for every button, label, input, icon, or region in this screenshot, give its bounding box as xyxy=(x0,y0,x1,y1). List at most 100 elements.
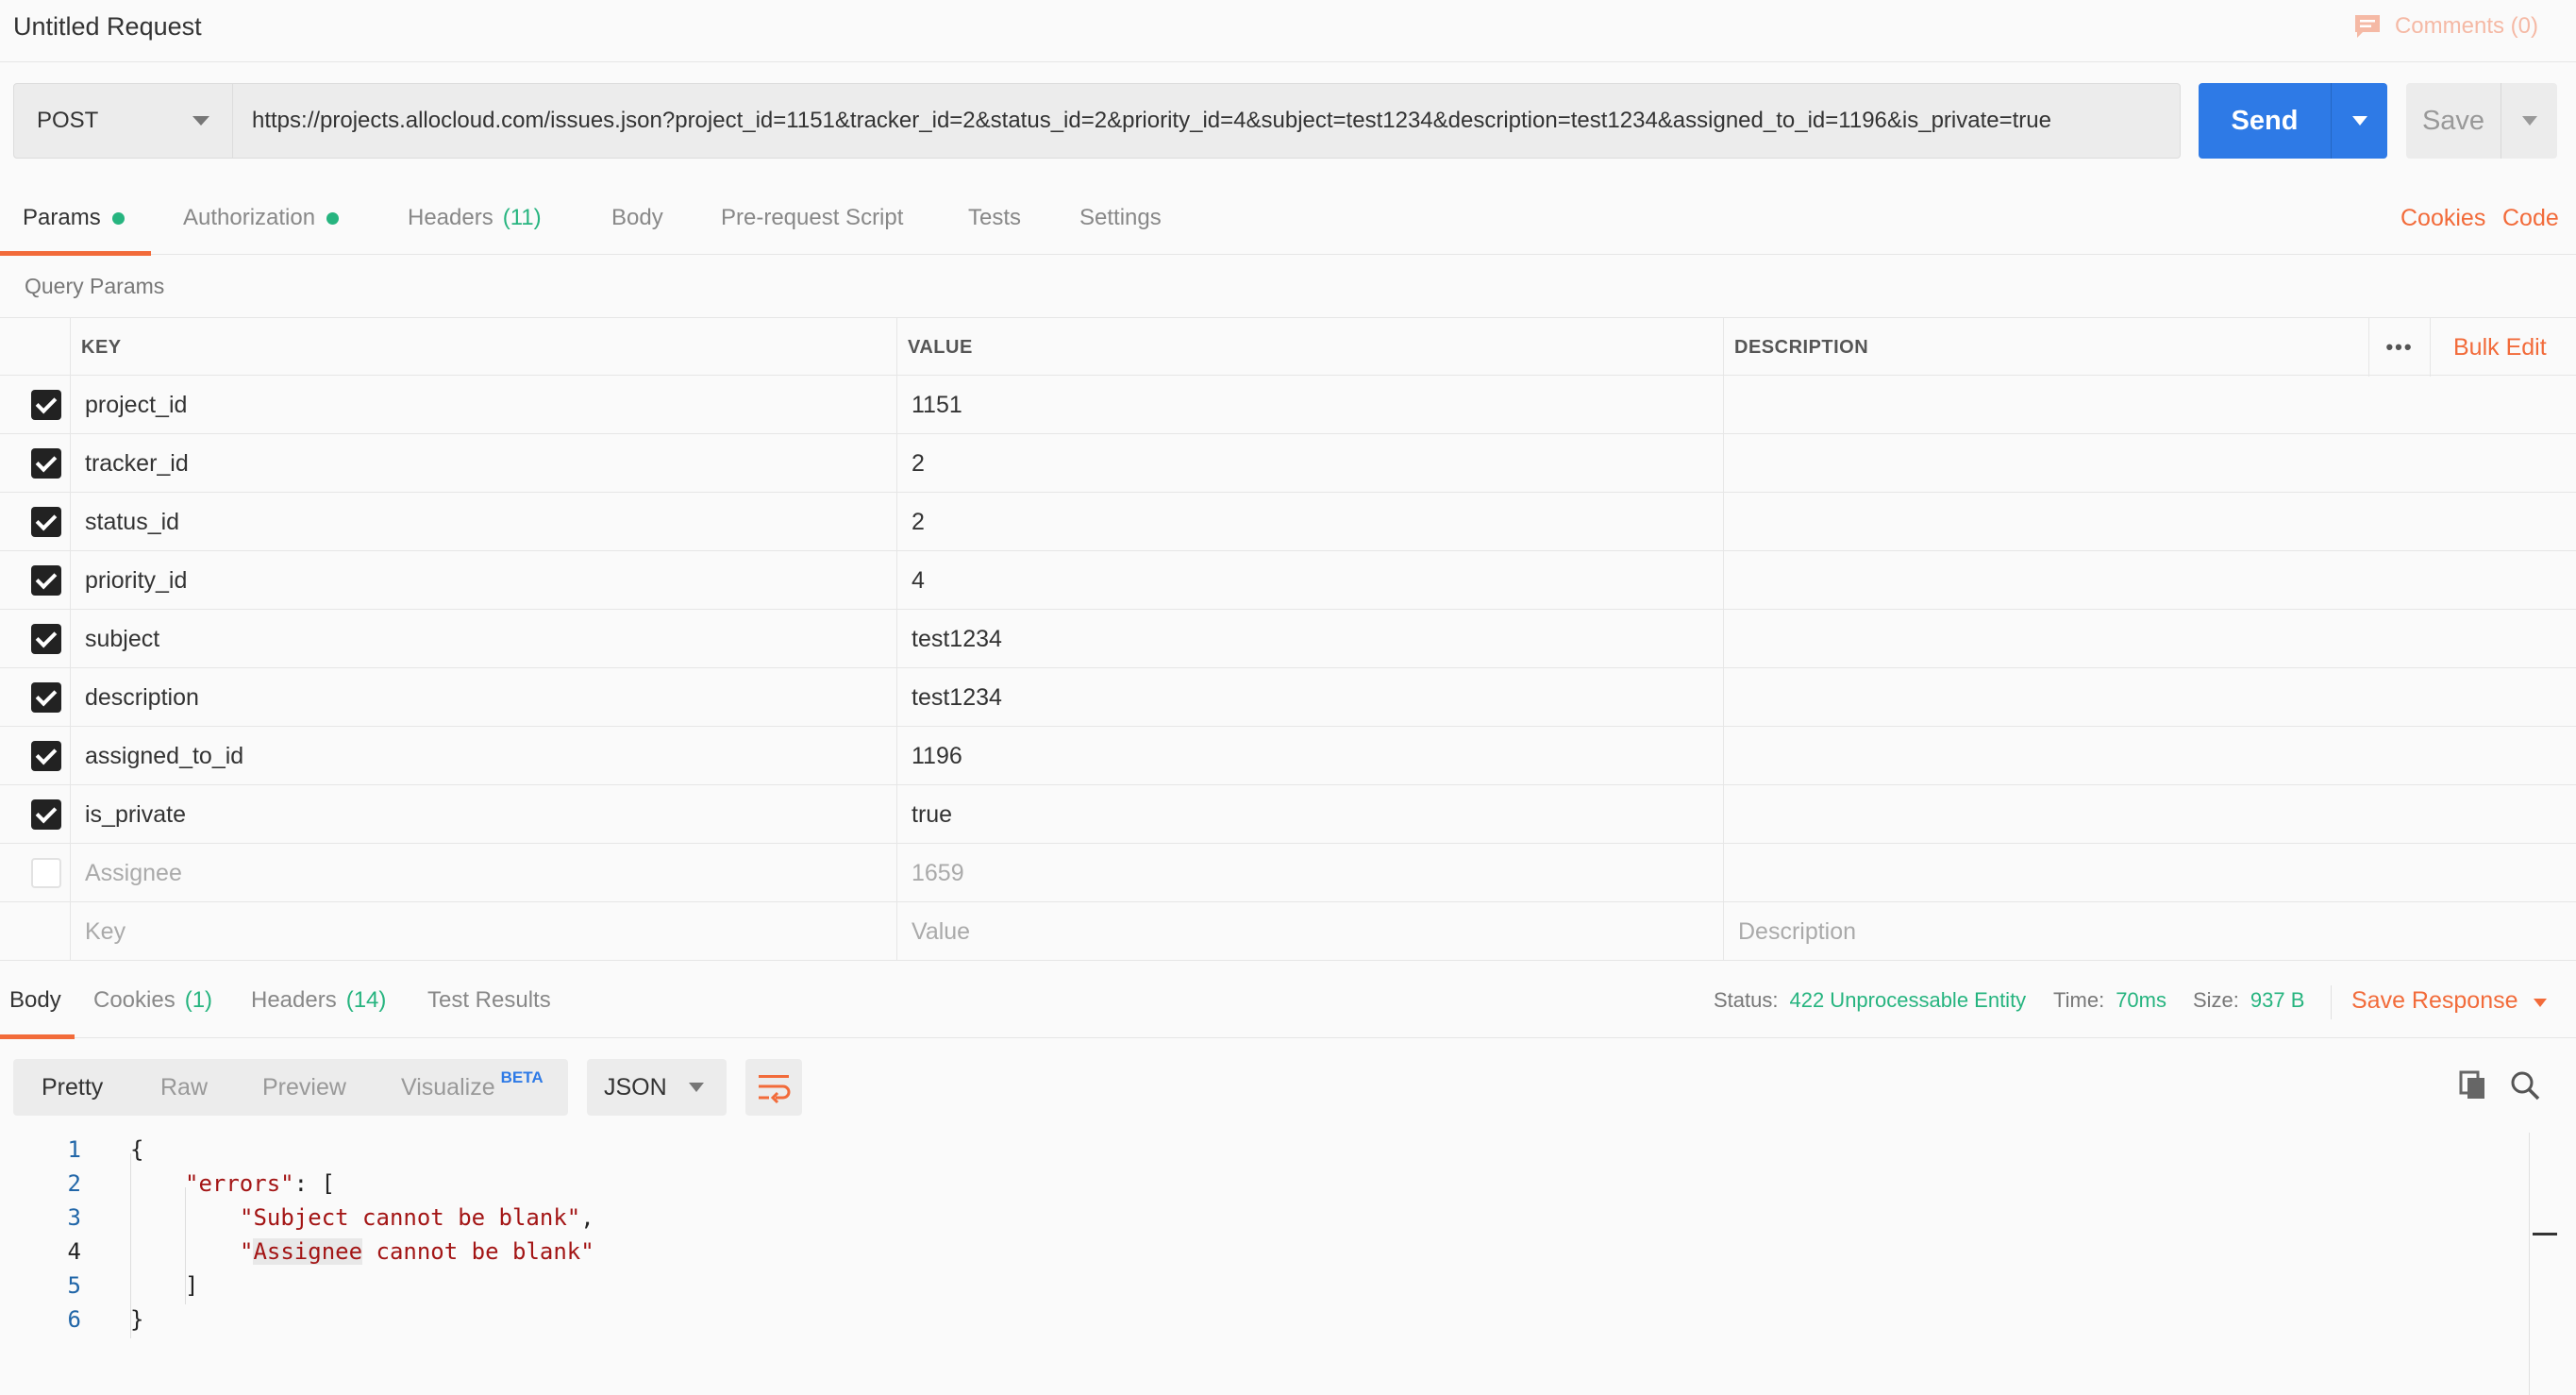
param-value[interactable]: 2 xyxy=(912,434,925,493)
param-key[interactable]: Assignee xyxy=(85,844,182,902)
code-text: "Assignee cannot be blank" xyxy=(240,1238,594,1265)
table-row: is_private true xyxy=(0,785,2576,844)
cookies-link[interactable]: Cookies xyxy=(2400,181,2485,255)
row-checkbox[interactable] xyxy=(31,799,61,830)
param-value[interactable]: test1234 xyxy=(912,668,1002,727)
code-text: "Subject cannot be blank", xyxy=(240,1204,594,1231)
param-value[interactable]: 1659 xyxy=(912,844,964,902)
save-response-button[interactable]: Save Response xyxy=(2351,963,2547,1038)
search-highlight: Assignee xyxy=(253,1238,363,1265)
new-description-input[interactable]: Description xyxy=(1738,902,1856,961)
tab-response-body[interactable]: Body xyxy=(0,963,75,1039)
wrap-lines-icon xyxy=(759,1075,791,1104)
send-options-button[interactable] xyxy=(2331,83,2387,159)
param-value[interactable]: test1234 xyxy=(912,610,1002,668)
param-key[interactable]: is_private xyxy=(85,785,186,844)
param-key[interactable]: tracker_id xyxy=(85,434,189,493)
title-bar: Untitled Request Comments (0) xyxy=(0,0,2576,62)
tab-response-cookies-label: Cookies xyxy=(93,987,176,1013)
code-link[interactable]: Code xyxy=(2502,181,2559,255)
param-key[interactable]: project_id xyxy=(85,376,187,434)
tab-body[interactable]: Body xyxy=(611,181,663,255)
wrap-lines-button[interactable] xyxy=(745,1059,802,1116)
params-header-row: KEY VALUE DESCRIPTION ••• Bulk Edit xyxy=(0,317,2576,377)
view-mode-group: Pretty Raw Preview Visualize BETA xyxy=(13,1059,568,1116)
scrollbar[interactable] xyxy=(2529,1133,2530,1395)
tab-params-label: Params xyxy=(23,205,101,230)
tab-response-cookies-count: (1) xyxy=(184,987,213,1013)
param-value[interactable]: 4 xyxy=(912,551,925,610)
mode-pretty[interactable]: Pretty xyxy=(42,1059,103,1116)
column-header-key: KEY xyxy=(81,336,122,358)
column-header-value: VALUE xyxy=(908,336,973,358)
mode-visualize[interactable]: Visualize BETA xyxy=(401,1059,544,1116)
code-line: 1 { xyxy=(0,1133,2529,1167)
row-checkbox[interactable] xyxy=(31,682,61,713)
new-value-input[interactable]: Value xyxy=(912,902,970,961)
param-value[interactable]: true xyxy=(912,785,952,844)
status-dot-icon xyxy=(111,211,125,225)
tab-headers[interactable]: Headers (11) xyxy=(408,181,542,255)
comment-icon xyxy=(2354,15,2380,38)
status-value[interactable]: 422 Unprocessable Entity xyxy=(1789,988,2026,1013)
table-row: status_id 2 xyxy=(0,493,2576,551)
tab-authorization[interactable]: Authorization xyxy=(183,181,340,255)
send-button[interactable]: Send xyxy=(2199,83,2331,159)
tab-tests[interactable]: Tests xyxy=(968,181,1021,255)
code-line: 2 "errors": [ xyxy=(0,1167,2529,1201)
method-select[interactable]: POST xyxy=(13,83,233,159)
new-key-input[interactable]: Key xyxy=(85,902,125,961)
time-value[interactable]: 70ms xyxy=(2116,988,2166,1013)
mode-preview[interactable]: Preview xyxy=(262,1059,346,1116)
tab-test-results[interactable]: Test Results xyxy=(427,963,551,1038)
more-options-icon[interactable]: ••• xyxy=(2368,318,2431,377)
row-checkbox[interactable] xyxy=(31,741,61,771)
json-key: "errors" xyxy=(185,1170,294,1197)
json-punctuation: , xyxy=(580,1204,594,1231)
code-text: { xyxy=(130,1136,144,1163)
row-checkbox[interactable] xyxy=(31,858,61,888)
response-body-editor[interactable]: 1 { 2 "errors": [ 3 "Subject cannot be b… xyxy=(0,1133,2529,1395)
param-key[interactable]: status_id xyxy=(85,493,179,551)
row-checkbox[interactable] xyxy=(31,624,61,654)
tab-settings[interactable]: Settings xyxy=(1079,181,1162,255)
size-value[interactable]: 937 B xyxy=(2250,988,2305,1013)
param-key[interactable]: assigned_to_id xyxy=(85,727,243,785)
tab-prerequest-script[interactable]: Pre-request Script xyxy=(721,181,903,255)
param-key[interactable]: priority_id xyxy=(85,551,187,610)
line-number: 4 xyxy=(67,1238,81,1265)
tab-response-cookies[interactable]: Cookies (1) xyxy=(93,963,212,1038)
json-string-quote: " xyxy=(240,1238,254,1265)
comments-button[interactable]: Comments (0) xyxy=(2353,13,2538,40)
save-options-button[interactable] xyxy=(2501,83,2557,159)
chevron-down-icon xyxy=(192,116,209,126)
column-header-description: DESCRIPTION xyxy=(1734,336,1869,358)
row-checkbox[interactable] xyxy=(31,507,61,537)
tab-params[interactable]: Params xyxy=(0,181,151,256)
line-number: 5 xyxy=(67,1272,81,1299)
request-title[interactable]: Untitled Request xyxy=(13,12,202,42)
mode-raw[interactable]: Raw xyxy=(160,1059,208,1116)
row-checkbox[interactable] xyxy=(31,448,61,479)
response-tabs: Body Cookies (1) Headers (14) Test Resul… xyxy=(0,963,2576,1039)
save-button[interactable]: Save xyxy=(2406,83,2501,159)
table-row-disabled: Assignee 1659 xyxy=(0,844,2576,902)
param-value[interactable]: 2 xyxy=(912,493,925,551)
param-key[interactable]: subject xyxy=(85,610,159,668)
search-icon[interactable] xyxy=(2510,1070,2540,1101)
chevron-down-icon xyxy=(689,1083,704,1092)
row-checkbox[interactable] xyxy=(31,565,61,596)
row-checkbox[interactable] xyxy=(31,390,61,420)
line-number: 1 xyxy=(67,1136,81,1163)
param-value[interactable]: 1151 xyxy=(912,376,962,434)
copy-icon[interactable] xyxy=(2459,1070,2487,1101)
tab-response-headers[interactable]: Headers (14) xyxy=(251,963,386,1038)
bulk-edit-link[interactable]: Bulk Edit xyxy=(2453,318,2547,377)
table-row: priority_id 4 xyxy=(0,551,2576,610)
url-input[interactable]: https://projects.allocloud.com/issues.js… xyxy=(233,83,2181,159)
comments-label: Comments (0) xyxy=(2394,13,2538,39)
json-string: cannot be blank" xyxy=(362,1238,594,1265)
param-key[interactable]: description xyxy=(85,668,199,727)
format-select[interactable]: JSON xyxy=(587,1059,727,1116)
param-value[interactable]: 1196 xyxy=(912,727,962,785)
